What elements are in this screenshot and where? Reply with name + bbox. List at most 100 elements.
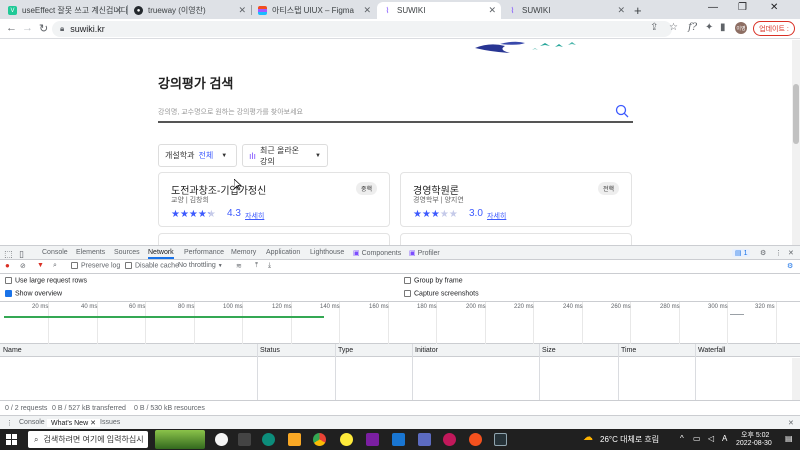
- details-link[interactable]: 자세히: [487, 211, 506, 221]
- scroll-thumb[interactable]: [793, 84, 799, 144]
- notification-icon[interactable]: ▤: [785, 434, 793, 443]
- network-overview-timeline[interactable]: 20 ms 40 ms 60 ms 80 ms 100 ms 120 ms 14…: [0, 302, 800, 344]
- show-overview-checkbox[interactable]: Show overview: [5, 290, 62, 297]
- preserve-log-checkbox[interactable]: Preserve log: [71, 262, 120, 269]
- task-view-icon[interactable]: [238, 433, 251, 446]
- terminal-icon[interactable]: [494, 433, 507, 446]
- lecture-card[interactable]: [400, 233, 632, 245]
- capture-screenshots-checkbox[interactable]: Capture screenshots: [404, 290, 479, 297]
- page-scrollbar[interactable]: [792, 40, 800, 245]
- drawer-tab-console[interactable]: Console: [19, 419, 45, 426]
- devtools-tab-lighthouse[interactable]: Lighthouse: [310, 249, 344, 256]
- vscode-icon[interactable]: [392, 433, 405, 446]
- formula-extension-icon[interactable]: f?: [688, 22, 697, 33]
- large-rows-checkbox[interactable]: Use large request rows: [5, 277, 87, 284]
- column-time[interactable]: Time: [621, 347, 636, 354]
- extensions-puzzle-icon[interactable]: ✦: [705, 22, 713, 33]
- issues-counter[interactable]: ▤ 1: [732, 249, 751, 257]
- network-conditions-icon[interactable]: ≋: [236, 262, 242, 270]
- more-menu-icon[interactable]: ⋮: [775, 249, 782, 257]
- record-icon[interactable]: ●: [5, 261, 10, 270]
- drawer-tab-issues[interactable]: Issues: [100, 419, 120, 426]
- taskbar-search-box[interactable]: ⌕ 검색하려면 여기에 입력하십시: [28, 431, 148, 448]
- file-explorer-icon[interactable]: [288, 433, 301, 446]
- network-icon[interactable]: ▭: [693, 434, 701, 443]
- devtools-tab-elements[interactable]: Elements: [76, 249, 105, 256]
- table-scrollbar[interactable]: [792, 358, 800, 400]
- clock-date[interactable]: 2022-08-30: [736, 440, 772, 447]
- update-button[interactable]: 업데이트 :: [753, 21, 795, 36]
- browser-tab-5[interactable]: ⌇ SUWIKI ✕: [502, 2, 630, 19]
- import-har-icon[interactable]: ⤒: [255, 262, 258, 270]
- tray-chevron-icon[interactable]: ^: [680, 434, 684, 443]
- column-initiator[interactable]: Initiator: [415, 347, 438, 354]
- close-icon[interactable]: ✕: [114, 5, 122, 16]
- close-icon[interactable]: ✕: [363, 5, 371, 16]
- export-har-icon[interactable]: ⤓: [268, 262, 271, 270]
- devtools-tab-components[interactable]: ▣ Components: [353, 249, 401, 257]
- network-settings-icon[interactable]: ⚙: [787, 262, 793, 270]
- disable-cache-checkbox[interactable]: Disable cache: [125, 262, 179, 269]
- new-tab-button[interactable]: +: [634, 3, 642, 18]
- window-close-icon[interactable]: ✕: [770, 2, 778, 13]
- profile-avatar[interactable]: 이영: [735, 22, 747, 34]
- devtools-tab-memory[interactable]: Memory: [231, 249, 256, 256]
- bookmark-star-icon[interactable]: ☆: [669, 22, 678, 33]
- chrome-icon[interactable]: [313, 433, 326, 446]
- postman-icon[interactable]: [469, 433, 482, 446]
- column-status[interactable]: Status: [260, 347, 280, 354]
- reload-icon[interactable]: ↻: [39, 22, 48, 35]
- lecture-card[interactable]: [158, 233, 390, 245]
- devtools-tab-sources[interactable]: Sources: [114, 249, 140, 256]
- browser-tab-3[interactable]: 아티스탭 UIUX – Figma ✕: [252, 2, 376, 19]
- url-bar[interactable]: 🔒︎ suwiki.kr: [52, 21, 672, 37]
- visual-studio-icon[interactable]: [366, 433, 379, 446]
- forward-arrow-icon[interactable]: →: [22, 22, 33, 34]
- details-link[interactable]: 자세히: [245, 211, 264, 221]
- drawer-menu-icon[interactable]: ⋮: [6, 419, 13, 427]
- devtools-tab-console[interactable]: Console: [42, 249, 68, 256]
- close-icon[interactable]: ✕: [488, 5, 496, 16]
- lecture-card[interactable]: 도전과창조-기업가정신 교양 | 김창희 중핵 ★★★★★ 4.3 자세히: [158, 172, 390, 227]
- clock-time[interactable]: 오후 5:02: [741, 430, 769, 440]
- close-devtools-icon[interactable]: ✕: [788, 249, 794, 257]
- lecture-search-input[interactable]: 강의명, 교수명으로 원하는 강의평가를 찾아보세요: [158, 101, 633, 123]
- devtools-tab-profiler[interactable]: ▣ Profiler: [409, 249, 440, 257]
- throttling-select[interactable]: No throttling ▼: [178, 262, 223, 269]
- close-icon[interactable]: ✕: [617, 5, 625, 16]
- close-drawer-icon[interactable]: ✕: [788, 419, 794, 427]
- browser-tab-1[interactable]: V useEffect 잘못 쓰고 계신겁니다. ✕: [2, 2, 127, 19]
- device-toolbar-icon[interactable]: ▯: [19, 249, 24, 260]
- weather-text[interactable]: 26°C 대체로 흐림: [600, 434, 659, 445]
- close-icon[interactable]: ✕: [90, 420, 96, 427]
- major-filter-dropdown[interactable]: 개설학과 전체 ▼: [158, 144, 237, 167]
- search-icon[interactable]: ⌕: [53, 262, 57, 270]
- devtools-tab-network[interactable]: Network: [148, 249, 174, 259]
- group-by-frame-checkbox[interactable]: Group by frame: [404, 277, 463, 284]
- inspect-element-icon[interactable]: ⬚: [4, 249, 13, 260]
- volume-icon[interactable]: ◁: [708, 434, 714, 443]
- sort-dropdown[interactable]: ılı 최근 올라온 강의 ▼: [242, 144, 328, 167]
- minimize-icon[interactable]: —: [708, 2, 718, 13]
- column-waterfall[interactable]: Waterfall: [698, 347, 725, 354]
- ime-indicator[interactable]: A: [722, 434, 727, 443]
- restore-icon[interactable]: ❐: [738, 2, 747, 13]
- column-size[interactable]: Size: [542, 347, 556, 354]
- devtools-tab-application[interactable]: Application: [266, 249, 300, 256]
- slack-icon[interactable]: [443, 433, 456, 446]
- sidebar-icon[interactable]: ▮: [720, 22, 726, 33]
- browser-tab-4-active[interactable]: ⌇ SUWIKI ✕: [377, 2, 501, 19]
- kakaotalk-icon[interactable]: [340, 433, 353, 446]
- windows-start-icon[interactable]: [6, 434, 17, 445]
- settings-gear-icon[interactable]: ⚙: [760, 249, 766, 257]
- cortana-icon[interactable]: [215, 433, 228, 446]
- edge-icon[interactable]: [262, 433, 275, 446]
- browser-tab-2[interactable]: ● trueway (이영찬) ✕: [128, 2, 251, 19]
- devtools-tab-performance[interactable]: Performance: [184, 249, 224, 256]
- app-icon[interactable]: [418, 433, 431, 446]
- drawer-tab-whats-new[interactable]: What's New ✕: [47, 419, 100, 427]
- filter-icon[interactable]: ▼: [37, 262, 44, 269]
- search-icon[interactable]: [615, 104, 629, 118]
- back-arrow-icon[interactable]: ←: [6, 22, 17, 34]
- column-type[interactable]: Type: [338, 347, 353, 354]
